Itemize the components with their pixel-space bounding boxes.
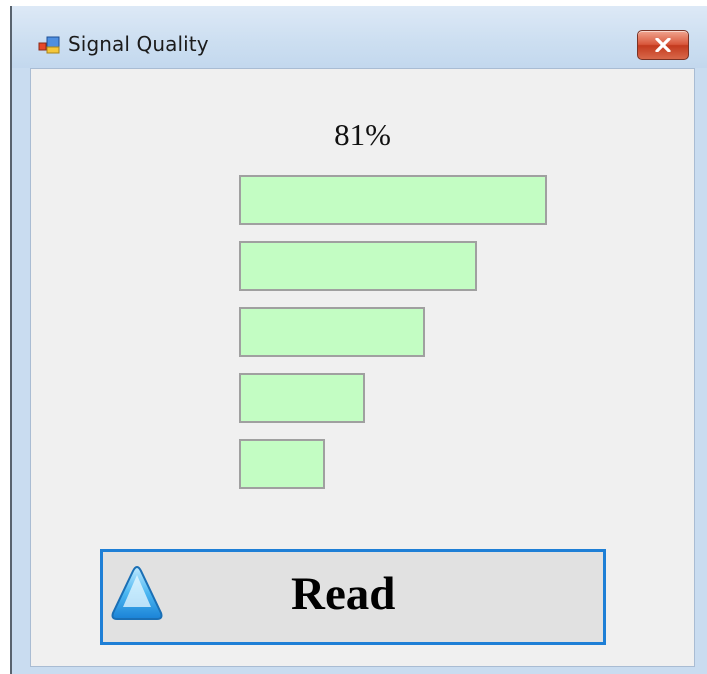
signal-bar-3 xyxy=(239,307,425,357)
signal-bar-1 xyxy=(239,175,547,225)
signal-quality-window: Signal Quality 81% Read xyxy=(10,6,707,674)
close-button[interactable] xyxy=(637,30,689,60)
triangle-up-icon xyxy=(111,565,163,620)
app-window-icon xyxy=(38,36,60,54)
read-button-label: Read xyxy=(291,568,396,620)
signal-bar-2 xyxy=(239,241,477,291)
close-icon xyxy=(655,38,671,52)
signal-bar-5 xyxy=(239,439,325,489)
client-area: 81% Read xyxy=(30,68,695,667)
title-bar[interactable]: Signal Quality xyxy=(12,6,707,68)
signal-bar-4 xyxy=(239,373,365,423)
signal-quality-percent: 81% xyxy=(334,117,391,152)
window-title: Signal Quality xyxy=(68,32,209,56)
read-button[interactable]: Read xyxy=(100,549,606,645)
